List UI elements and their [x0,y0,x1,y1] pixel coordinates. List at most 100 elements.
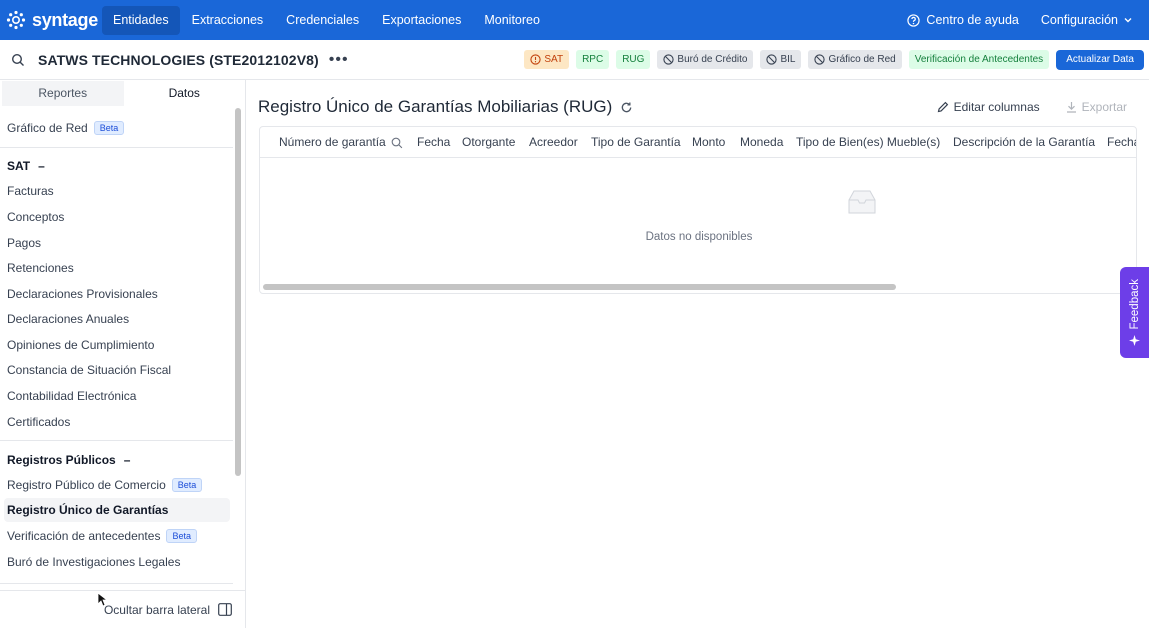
badge-grafico-label: Gráfico de Red [828,54,896,65]
sidebar-item-conceptos[interactable]: Conceptos [7,210,64,224]
empty-state: Datos no disponibles [260,158,1136,278]
sidebar-item-rug[interactable]: Registro Único de Garantías [4,498,230,522]
help-label: Centro de ayuda [926,13,1019,27]
badge-buro-label: Buró de Crédito [677,54,748,65]
sidebar-item-retenciones[interactable]: Retenciones [7,261,74,275]
column-header[interactable]: Número de garantía [279,127,403,158]
sidebar-tabs: Reportes Datos [2,81,245,106]
hide-sidebar-label: Ocultar barra lateral [103,602,210,617]
ellipsis-icon[interactable]: ••• [329,51,349,69]
refresh-icon[interactable] [620,101,633,114]
section-registros-header[interactable]: Registros Públicos – [7,453,130,467]
sidebar-item-constancia[interactable]: Constancia de Situación Fiscal [7,363,171,377]
column-header[interactable]: Tipo de Garantía [591,127,681,158]
nav-credenciales[interactable]: Credenciales [275,6,370,35]
search-icon[interactable] [391,137,403,149]
sidebar-scrollbar[interactable] [235,108,241,476]
top-navbar: syntage Entidades Extracciones Credencia… [0,0,1149,40]
badge-sat[interactable]: SAT [524,50,570,69]
pencil-icon [937,101,948,113]
column-header[interactable]: Fecha [417,127,450,158]
sidebar-item-buro-legal[interactable]: Buró de Investigaciones Legales [7,555,180,569]
badge-rpc[interactable]: RPC [576,50,610,69]
beta-badge: Beta [166,529,197,543]
column-header[interactable]: Acreedor [529,127,578,158]
sidebar-item-grafico[interactable]: Gráfico de Red Beta [7,121,125,135]
badge-grafico[interactable]: Gráfico de Red [808,50,902,69]
edit-columns-button[interactable]: Editar columnas [937,100,1040,114]
sidebar-item-label: Verificación de antecedentes [7,529,161,543]
sidebar-list: Gráfico de Red Beta SAT – Facturas Conce… [0,106,233,590]
column-header[interactable]: Tipo de Bien(es) Mueble(s) [796,127,940,158]
divider [0,440,233,441]
column-header[interactable]: Moneda [740,127,783,158]
section-label: SAT [7,159,31,173]
source-badges: SAT RPC RUG Buró de Crédito BIL Gráfico … [524,49,1144,70]
column-header[interactable]: Monto [692,127,725,158]
sidebar-item-certificados[interactable]: Certificados [7,415,70,429]
sidebar-item-label: Registro Público de Comercio [7,478,166,492]
main-nav: Entidades Extracciones Credenciales Expo… [102,0,552,40]
sidebar-item-declaraciones-provisionales[interactable]: Declaraciones Provisionales [7,287,158,301]
sidebar-item-verificacion[interactable]: Verificación de antecedentes Beta [7,529,197,543]
entity-search-button[interactable] [6,48,30,72]
config-menu[interactable]: Configuración [1041,13,1133,27]
blocked-icon [766,54,778,65]
sidebar-item-pagos[interactable]: Pagos [7,236,41,250]
badge-bil[interactable]: BIL [760,50,802,69]
entity-name: SATWS TECHNOLOGIES (STE2012102V8) [38,51,319,68]
sidebar-item-facturas[interactable]: Facturas [7,184,54,198]
column-label: Número de garantía [279,135,386,149]
main-content: Registro Único de Garantías Mobiliarias … [246,80,1149,628]
nav-entidades[interactable]: Entidades [102,5,180,35]
export-button[interactable]: Exportar [1066,100,1127,114]
nav-extracciones[interactable]: Extracciones [181,6,275,35]
beta-badge: Beta [171,478,203,492]
blocked-icon [663,54,675,65]
sidebar-item-contabilidad[interactable]: Contabilidad Electrónica [7,389,136,403]
nav-monitoreo[interactable]: Monitoreo [473,6,551,35]
column-header[interactable]: Otorgante [462,127,515,158]
hide-sidebar-button[interactable]: Ocultar barra lateral [0,590,246,628]
collapse-icon[interactable]: – [38,159,45,173]
logo-icon [6,10,26,30]
sidebar-toggle-icon [218,603,232,616]
tab-reportes[interactable]: Reportes [2,81,124,106]
table-horizontal-scrollbar[interactable] [263,284,896,290]
collapse-icon[interactable]: – [124,453,131,467]
sidebar-item-label: Registro Único de Garantías [7,503,169,517]
sidebar-item-opiniones[interactable]: Opiniones de Cumplimiento [7,338,154,352]
column-header[interactable]: Fecha [1107,127,1136,158]
section-label: Registros Públicos [7,453,116,467]
badge-bil-label: BIL [780,54,796,65]
rug-table: Número de garantía Fecha Otorgante Acree… [259,126,1137,294]
table-actions: Editar columnas Exportar [937,100,1127,114]
sparkle-icon [1129,335,1140,347]
search-icon [11,53,24,66]
brand-name: syntage [32,9,98,30]
sidebar-item-declaraciones-anuales[interactable]: Declaraciones Anuales [7,312,129,326]
nav-exportaciones[interactable]: Exportaciones [371,6,472,35]
warning-icon [530,54,541,65]
syntage-logo[interactable]: syntage [6,10,102,31]
divider [0,583,233,584]
blocked-icon [814,54,826,65]
section-sat-header[interactable]: SAT – [7,159,45,173]
chevron-down-icon [1124,18,1132,23]
column-header[interactable]: Descripción de la Garantía [953,127,1095,158]
divider [0,147,233,148]
export-label: Exportar [1081,100,1127,114]
page-title: Registro Único de Garantías Mobiliarias … [258,97,633,117]
badge-sat-label: SAT [544,54,564,65]
feedback-button[interactable]: Feedback [1120,267,1149,358]
help-icon [907,13,921,27]
edit-columns-label: Editar columnas [953,100,1040,114]
sidebar-item-label: Gráfico de Red [7,121,88,135]
badge-verificacion[interactable]: Verificación de Antecedentes [908,50,1050,69]
sidebar-item-rpc[interactable]: Registro Público de Comercio Beta [7,478,203,492]
badge-buro[interactable]: Buró de Crédito [657,50,754,69]
update-data-button[interactable]: Actualizar Data [1056,49,1144,70]
help-center-link[interactable]: Centro de ayuda [907,13,1019,27]
tab-datos[interactable]: Datos [124,81,246,106]
badge-rug[interactable]: RUG [616,50,651,69]
